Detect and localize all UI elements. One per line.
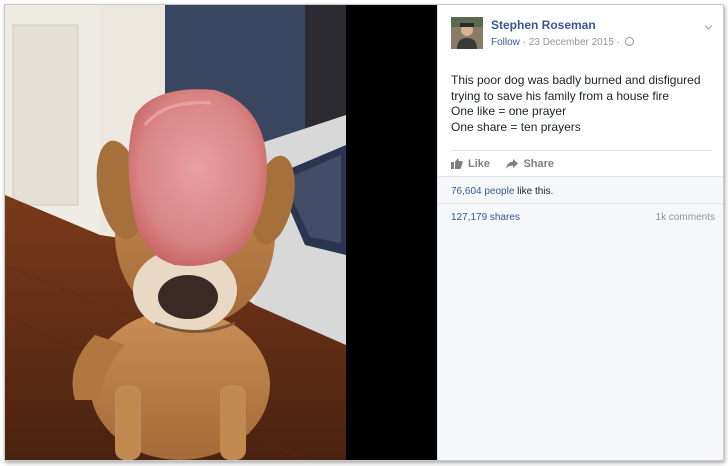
post-text-line: trying to save his family from a house f… [451, 88, 670, 103]
profile-picture [451, 17, 483, 49]
chevron-down-icon[interactable] [704, 18, 713, 31]
dog-photo-illustration [5, 5, 346, 460]
likes-suffix: like this. [514, 186, 554, 197]
post-text-line: One share = ten prayers [451, 119, 581, 134]
likes-text: 76,604 people like this. [451, 186, 553, 197]
share-arrow-icon [506, 159, 519, 169]
globe-icon [624, 37, 634, 46]
post-text-line: This poor dog was badly burned and disfi… [451, 73, 701, 87]
post-meta: Follow · 23 December 2015 · [491, 37, 634, 48]
comments-count-link[interactable]: 1k comments [656, 212, 715, 223]
post-text-line: One like = one prayer [451, 104, 567, 118]
post-photo[interactable] [5, 5, 346, 460]
likes-summary: 76,604 people like this. [438, 176, 723, 203]
like-label: Like [468, 157, 491, 170]
post-date[interactable]: 23 December 2015 [529, 37, 614, 48]
avatar[interactable] [451, 17, 483, 49]
share-label: Share [523, 158, 555, 170]
likes-count-link[interactable]: 76,604 people [451, 186, 514, 197]
follow-link[interactable]: Follow [491, 37, 520, 48]
shares-count-link[interactable]: 127,179 shares [451, 212, 520, 223]
thumbs-up-icon [451, 158, 463, 169]
like-button[interactable]: Like [451, 158, 490, 170]
comments-area [438, 233, 723, 460]
post-details-panel: Stephen Roseman Follow · 23 December 201… [437, 5, 723, 460]
share-button[interactable]: Share [506, 158, 554, 170]
meta-separator: · [616, 37, 620, 48]
post-text: This poor dog was badly burned and disfi… [451, 73, 713, 135]
share-comment-stats: 127,179 shares 1k comments [438, 203, 723, 234]
meta-separator: · [522, 37, 527, 48]
photo-viewer [5, 5, 437, 460]
post-lightbox: Stephen Roseman Follow · 23 December 201… [4, 4, 724, 461]
author-name[interactable]: Stephen Roseman [491, 18, 596, 32]
